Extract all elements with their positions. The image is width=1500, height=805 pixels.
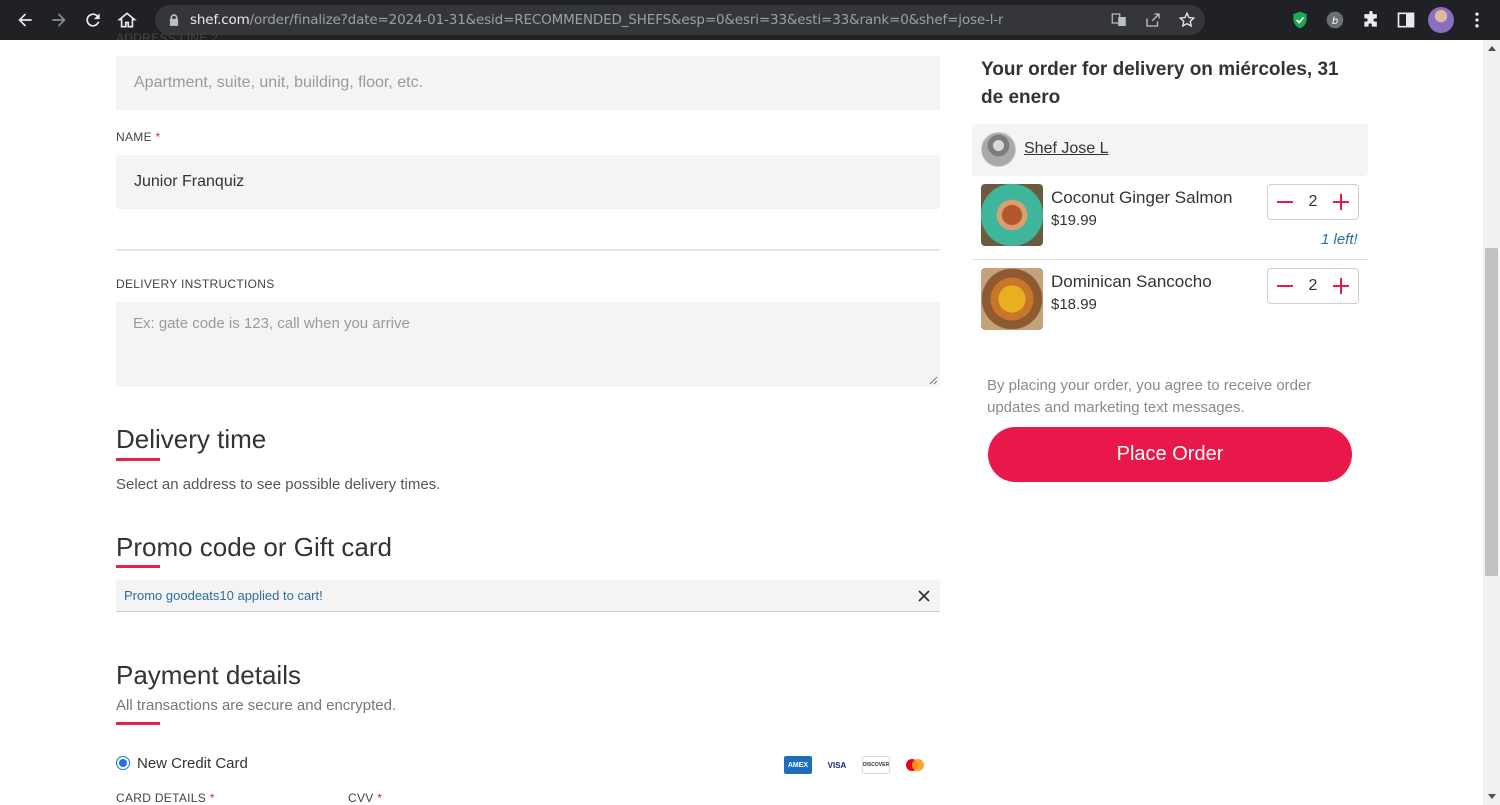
quantity-value: 2 (1308, 277, 1318, 294)
visa-logo: VISA (823, 756, 851, 774)
payment-subtitle: All transactions are secure and encrypte… (116, 697, 397, 714)
scroll-down-arrow-icon[interactable] (1488, 794, 1496, 799)
bookmark-star-icon[interactable] (1177, 10, 1197, 30)
kebab-menu-icon[interactable] (1465, 8, 1489, 32)
amex-logo: AMEX (784, 756, 812, 774)
order-title: Your order for delivery on miércoles, 31… (981, 59, 1339, 108)
url-text[interactable]: shef.com/order/finalize?date=2024-01-31&… (190, 12, 1003, 28)
address-line2-placeholder: Apartment, suite, unit, building, floor,… (134, 74, 424, 91)
food-photo-sancocho (981, 268, 1043, 330)
delivery-instructions-placeholder: Ex: gate code is 123, call when you arri… (133, 315, 410, 332)
forward-arrow-icon[interactable] (44, 5, 74, 35)
mastercard-logo (901, 756, 929, 774)
share-icon[interactable] (1143, 10, 1163, 30)
item-price: $18.99 (1051, 296, 1097, 313)
item-name: Coconut Ginger Salmon (1051, 188, 1233, 207)
shef-avatar (981, 132, 1016, 167)
payment-title: Payment details (116, 660, 301, 690)
section-underline (116, 565, 160, 568)
discover-logo: DISCOVER (862, 756, 890, 774)
reload-icon[interactable] (78, 5, 108, 35)
scrollbar[interactable] (1483, 40, 1500, 805)
cvv-label: CVV * (348, 791, 383, 805)
new-credit-card-label[interactable]: New Credit Card (137, 755, 248, 772)
shef-header: Shef Jose L (972, 124, 1368, 176)
delivery-time-title: Delivery time (116, 424, 267, 454)
delivery-instructions-textarea[interactable]: Ex: gate code is 123, call when you arri… (116, 302, 940, 387)
item-name: Dominican Sancocho (1051, 272, 1212, 291)
address-bar[interactable]: shef.com/order/finalize?date=2024-01-31&… (155, 5, 1205, 35)
quantity-stepper: 2 (1267, 268, 1359, 304)
promo-message: Promo goodeats10 applied to cart! (124, 588, 323, 603)
food-photo-salmon (981, 184, 1043, 246)
resize-handle-icon[interactable] (928, 375, 938, 385)
plus-icon[interactable] (1330, 191, 1352, 213)
translate-icon[interactable] (1109, 10, 1129, 30)
puzzle-extensions-icon[interactable] (1359, 8, 1383, 32)
cart-item: Coconut Ginger Salmon $19.99 2 (981, 184, 1368, 246)
name-label: NAME * (116, 130, 161, 144)
shield-extension-icon[interactable] (1288, 8, 1312, 32)
quantity-value: 2 (1308, 193, 1318, 210)
profile-avatar[interactable] (1428, 7, 1454, 33)
item-divider (972, 259, 1368, 260)
address-line2-input[interactable]: Apartment, suite, unit, building, floor,… (116, 56, 940, 110)
minus-icon[interactable] (1274, 275, 1296, 297)
minus-icon[interactable] (1274, 191, 1296, 213)
legal-text: By placing your order, you agree to rece… (987, 377, 1312, 416)
side-panel-icon[interactable] (1394, 8, 1418, 32)
card-details-label: CARD DETAILS * (116, 791, 215, 805)
delivery-time-subtitle: Select an address to see possible delive… (116, 476, 441, 493)
svg-text:b: b (1332, 16, 1338, 27)
shef-link[interactable]: Shef Jose L (1024, 140, 1109, 158)
name-value: Junior Franquiz (134, 173, 245, 190)
scroll-up-arrow-icon[interactable] (1488, 46, 1496, 51)
promo-applied-banner: Promo goodeats10 applied to cart! (116, 580, 940, 612)
item-price: $19.99 (1051, 212, 1097, 229)
name-input[interactable]: Junior Franquiz (116, 155, 940, 209)
section-underline (116, 458, 160, 461)
place-order-button[interactable]: Place Order (988, 427, 1352, 482)
promo-title: Promo code or Gift card (116, 532, 392, 562)
new-credit-card-radio[interactable] (116, 756, 130, 770)
section-underline (116, 722, 160, 725)
scrollbar-thumb[interactable] (1485, 248, 1498, 576)
lock-icon[interactable] (167, 13, 181, 27)
divider (116, 249, 940, 251)
cart-item: Dominican Sancocho $18.99 2 (981, 268, 1368, 330)
delivery-instructions-label: DELIVERY INSTRUCTIONS (116, 277, 275, 291)
card-brand-logos: AMEX VISA DISCOVER (784, 756, 929, 774)
b-extension-icon[interactable]: b (1323, 8, 1347, 32)
stock-note: 1 left! (1321, 231, 1358, 248)
plus-icon[interactable] (1330, 275, 1352, 297)
address-line2-label: ADDRESS LINE 2 (116, 31, 219, 40)
quantity-stepper: 2 (1267, 184, 1359, 220)
browser-toolbar: shef.com/order/finalize?date=2024-01-31&… (0, 0, 1500, 40)
close-icon[interactable] (916, 588, 932, 604)
back-arrow-icon[interactable] (10, 5, 40, 35)
